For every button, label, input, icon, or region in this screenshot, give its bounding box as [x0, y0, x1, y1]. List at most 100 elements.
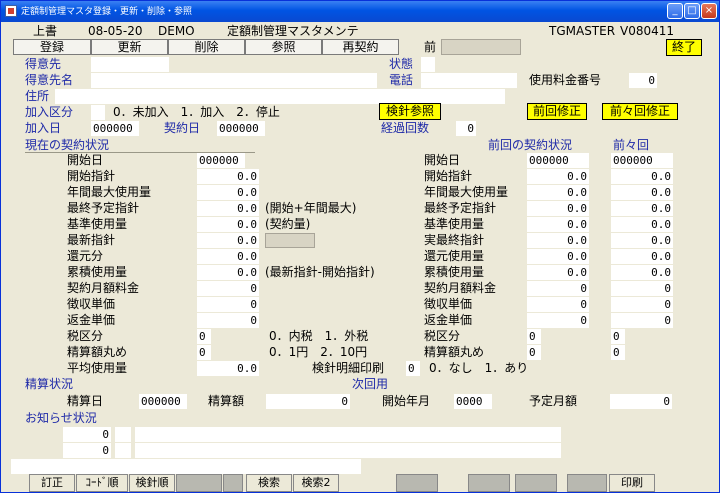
tab-reference[interactable]: 参照 [245, 39, 322, 55]
customer-label: 得意先 [25, 57, 62, 71]
tax-type-input[interactable]: 0 [197, 329, 211, 344]
address-input[interactable] [55, 89, 505, 104]
fkey-search-button[interactable]: 検索 [246, 474, 292, 492]
settlement-heading: 精算状況 [25, 377, 74, 391]
avg-usage-label: 平均使用量 [67, 361, 128, 375]
fkey-8-button[interactable] [396, 474, 438, 492]
tax-type-options: 0．内税 1．外税 [269, 329, 369, 343]
current-refund-label: 還元分 [67, 249, 104, 263]
prev-prev-final-planned-field: 0.0 [611, 201, 673, 216]
current-base-usage-note: (契約量) [265, 217, 311, 231]
fkey-print-button[interactable]: 印刷 [609, 474, 655, 492]
prev-refund-price-field: 0 [527, 313, 589, 328]
current-contract-heading: 現在の契約状況 [25, 138, 110, 152]
prev-refund-price-label: 返金単価 [424, 313, 473, 327]
prev-prev-fix-button[interactable]: 前々回修正 [602, 103, 678, 120]
customer-code-input[interactable] [91, 57, 169, 72]
fkey-meter-order-button[interactable]: 検針順 [129, 474, 175, 492]
current-start-date-input[interactable]: 000000 [197, 153, 245, 168]
current-base-usage-label: 基準使用量 [67, 217, 128, 231]
current-annual-max-input[interactable]: 0.0 [197, 185, 259, 200]
prev-collect-price-label: 徴収単価 [424, 297, 473, 311]
current-cumulative-label: 累積使用量 [67, 265, 128, 279]
fkey-9-button[interactable] [468, 474, 510, 492]
prev-label: 前 [424, 40, 437, 54]
prev-rounding-label: 精算額丸め [424, 345, 485, 359]
rounding-input[interactable]: 0 [197, 345, 211, 360]
current-start-date-label: 開始日 [67, 153, 104, 167]
prev-prev-cumulative-field: 0.0 [611, 265, 673, 280]
current-collect-price-label: 徴収単価 [67, 297, 116, 311]
start-ym-input[interactable]: 0000 [454, 394, 492, 409]
fkey-correct-button[interactable]: 訂正 [29, 474, 75, 492]
fkey-search2-button[interactable]: 検索2 [293, 474, 339, 492]
prev-base-usage-field: 0.0 [527, 217, 589, 232]
prev-monthly-fee-field: 0 [527, 281, 589, 296]
current-monthly-fee-input[interactable]: 0 [197, 281, 259, 296]
join-date-input[interactable]: 000000 [91, 121, 139, 136]
window-title: 定額制管理マスタ登録・更新・削除・参照 [21, 7, 193, 17]
next-use-heading: 次回用 [352, 377, 389, 391]
prev-start-date-field: 000000 [527, 153, 589, 168]
contract-date-input[interactable]: 000000 [217, 121, 265, 136]
prev-refund-usage-field: 0.0 [527, 249, 589, 264]
current-collect-price-input[interactable]: 0 [197, 297, 259, 312]
prev-actual-final-label: 実最終指針 [424, 233, 485, 247]
prev-actual-final-field: 0.0 [527, 233, 589, 248]
status-label: 状態 [389, 57, 414, 71]
prev-start-date-label: 開始日 [424, 153, 461, 167]
address-label: 住所 [25, 89, 50, 103]
tab-update[interactable]: 更新 [91, 39, 168, 55]
notice-2-flag [115, 443, 131, 458]
prev-cumulative-field: 0.0 [527, 265, 589, 280]
fkey-5-button[interactable] [223, 474, 243, 492]
join-type-input[interactable] [91, 105, 105, 120]
prev-prev-annual-max-field: 0.0 [611, 185, 673, 200]
current-refund-input[interactable]: 0.0 [197, 249, 259, 264]
prev-tax-type-label: 税区分 [424, 329, 461, 343]
prev-annual-max-field: 0.0 [527, 185, 589, 200]
current-annual-max-label: 年間最大使用量 [67, 185, 152, 199]
fkey-4-button[interactable] [176, 474, 222, 492]
screen-title: 定額制管理マスタメンテ [227, 24, 359, 38]
customer-name-label: 得意先名 [25, 73, 74, 87]
prev-fix-button[interactable]: 前回修正 [527, 103, 587, 120]
current-start-reading-label: 開始指針 [67, 169, 116, 183]
prev-prev-rounding-field: 0 [611, 345, 625, 360]
title-bar[interactable]: 定額制管理マスタ登録・更新・削除・参照 _ □ × [1, 1, 719, 22]
current-refund-price-input[interactable]: 0 [197, 313, 259, 328]
settle-date-label: 精算日 [67, 394, 104, 408]
tab-register[interactable]: 登録 [13, 39, 91, 55]
tax-type-label: 税区分 [67, 329, 104, 343]
prev-prev-base-usage-field: 0.0 [611, 217, 673, 232]
fkey-code-order-button[interactable]: ｺｰﾄﾞ順 [76, 474, 128, 492]
rounding-label: 精算額丸め [67, 345, 128, 359]
elapsed-count-label: 経過回数 [381, 121, 430, 135]
current-final-planned-label: 最終予定指針 [67, 201, 140, 215]
close-button[interactable]: × [701, 3, 717, 19]
prev-final-planned-label: 最終予定指針 [424, 201, 497, 215]
prev-prev-monthly-fee-field: 0 [611, 281, 673, 296]
customer-name-input[interactable] [91, 73, 377, 88]
minimize-button[interactable]: _ [667, 3, 683, 19]
current-latest-reading-input[interactable]: 0.0 [197, 233, 259, 248]
fkey-11-button[interactable] [567, 474, 607, 492]
fee-no-input[interactable]: 0 [629, 73, 657, 88]
meter-reference-button[interactable]: 検針参照 [379, 103, 441, 120]
current-final-planned-field: 0.0 [197, 201, 259, 216]
exit-button[interactable]: 終了 [666, 39, 702, 56]
prev-start-reading-label: 開始指針 [424, 169, 473, 183]
tab-delete[interactable]: 削除 [168, 39, 245, 55]
tab-recontract[interactable]: 再契約 [322, 39, 399, 55]
maximize-button[interactable]: □ [684, 3, 700, 19]
notice-heading: お知らせ状況 [25, 411, 97, 425]
meter-print-input[interactable]: 0 [406, 361, 420, 376]
fkey-10-button[interactable] [515, 474, 557, 492]
fee-no-label: 使用料金番号 [529, 73, 602, 87]
phone-input[interactable] [421, 73, 517, 88]
current-cumulative-note: (最新指針-開始指針) [265, 265, 375, 279]
current-start-reading-input[interactable]: 0.0 [197, 169, 259, 184]
scheduled-monthly-input[interactable]: 0 [610, 394, 672, 409]
prev-cumulative-label: 累積使用量 [424, 265, 485, 279]
prev-refund-usage-label: 還元使用量 [424, 249, 485, 263]
